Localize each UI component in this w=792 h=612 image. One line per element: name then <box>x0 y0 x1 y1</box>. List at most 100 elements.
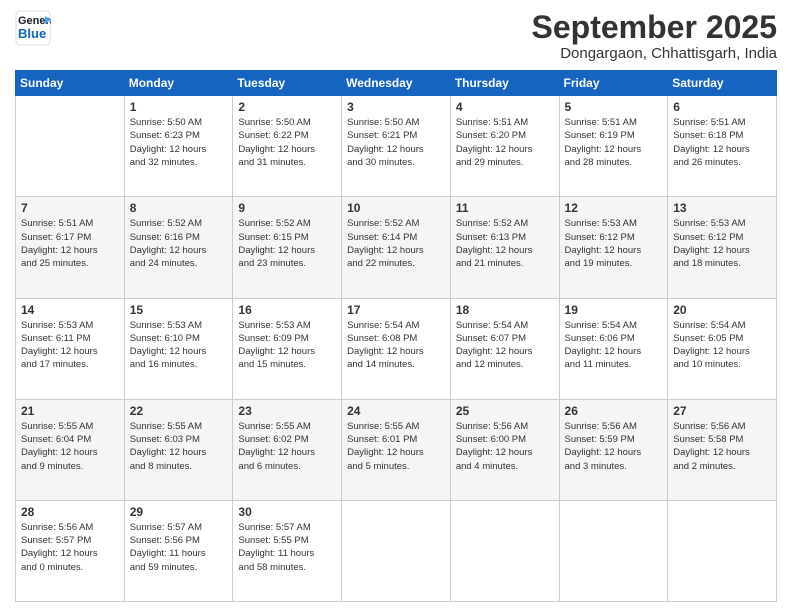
calendar-week-row: 1Sunrise: 5:50 AM Sunset: 6:23 PM Daylig… <box>16 96 777 197</box>
day-info: Sunrise: 5:50 AM Sunset: 6:21 PM Dayligh… <box>347 116 445 169</box>
day-info: Sunrise: 5:54 AM Sunset: 6:08 PM Dayligh… <box>347 319 445 372</box>
day-info: Sunrise: 5:51 AM Sunset: 6:18 PM Dayligh… <box>673 116 771 169</box>
col-thursday: Thursday <box>450 71 559 96</box>
table-row: 6 Sunrise: 5:51 AM Sunset: 6:18 PM Daylig… <box>668 96 777 197</box>
day-number: 12 <box>565 201 663 215</box>
table-row: 15 Sunrise: 5:53 AM Sunset: 6:10 PM Dayli… <box>124 298 233 399</box>
header: General Blue September 2025 Dongargaon, … <box>15 10 777 62</box>
day-info: Sunrise: 5:57 AM Sunset: 5:56 PM Dayligh… <box>130 521 228 574</box>
day-number: 9 <box>238 201 336 215</box>
day-info: Sunrise: 5:53 AM Sunset: 6:09 PM Dayligh… <box>238 319 336 372</box>
day-info: Sunrise: 5:53 AM Sunset: 6:11 PM Dayligh… <box>21 319 119 372</box>
logo-svg: General Blue <box>15 10 51 46</box>
table-row: 13 Sunrise: 5:53 AM Sunset: 6:12 PM Dayli… <box>668 197 777 298</box>
day-number: 4 <box>456 100 554 114</box>
table-row: 28Sunrise: 5:56 AM Sunset: 5:57 PM Dayli… <box>16 500 125 601</box>
table-row: 24Sunrise: 5:55 AM Sunset: 6:01 PM Dayli… <box>342 399 451 500</box>
day-number: 26 <box>565 404 663 418</box>
table-row: 22 Sunrise: 5:55 AM Sunset: 6:03 PM Dayli… <box>124 399 233 500</box>
day-number: 14 <box>21 303 119 317</box>
day-number: 13 <box>673 201 771 215</box>
table-row: 19Sunrise: 5:54 AM Sunset: 6:06 PM Dayli… <box>559 298 668 399</box>
calendar-week-row: 7 Sunrise: 5:51 AM Sunset: 6:17 PM Daylig… <box>16 197 777 298</box>
day-info: Sunrise: 5:53 AM Sunset: 6:10 PM Dayligh… <box>130 319 228 372</box>
table-row: 10Sunrise: 5:52 AM Sunset: 6:14 PM Dayli… <box>342 197 451 298</box>
day-info: Sunrise: 5:53 AM Sunset: 6:12 PM Dayligh… <box>673 217 771 270</box>
day-number: 23 <box>238 404 336 418</box>
logo: General Blue <box>15 10 51 46</box>
day-number: 30 <box>238 505 336 519</box>
day-info: Sunrise: 5:52 AM Sunset: 6:15 PM Dayligh… <box>238 217 336 270</box>
table-row: 20 Sunrise: 5:54 AM Sunset: 6:05 PM Dayli… <box>668 298 777 399</box>
day-info: Sunrise: 5:52 AM Sunset: 6:16 PM Dayligh… <box>130 217 228 270</box>
day-info: Sunrise: 5:53 AM Sunset: 6:12 PM Dayligh… <box>565 217 663 270</box>
table-row: 16 Sunrise: 5:53 AM Sunset: 6:09 PM Dayli… <box>233 298 342 399</box>
table-row: 8 Sunrise: 5:52 AM Sunset: 6:16 PM Daylig… <box>124 197 233 298</box>
day-number: 18 <box>456 303 554 317</box>
day-info: Sunrise: 5:50 AM Sunset: 6:22 PM Dayligh… <box>238 116 336 169</box>
table-row: 7 Sunrise: 5:51 AM Sunset: 6:17 PM Daylig… <box>16 197 125 298</box>
col-tuesday: Tuesday <box>233 71 342 96</box>
table-row: 2 Sunrise: 5:50 AM Sunset: 6:22 PM Daylig… <box>233 96 342 197</box>
day-number: 10 <box>347 201 445 215</box>
day-number: 3 <box>347 100 445 114</box>
table-row: 21Sunrise: 5:55 AM Sunset: 6:04 PM Dayli… <box>16 399 125 500</box>
day-info: Sunrise: 5:51 AM Sunset: 6:19 PM Dayligh… <box>565 116 663 169</box>
title-block: September 2025 Dongargaon, Chhattisgarh,… <box>532 10 777 62</box>
col-monday: Monday <box>124 71 233 96</box>
calendar-table: Sunday Monday Tuesday Wednesday Thursday… <box>15 70 777 602</box>
day-number: 24 <box>347 404 445 418</box>
calendar-week-row: 21Sunrise: 5:55 AM Sunset: 6:04 PM Dayli… <box>16 399 777 500</box>
table-row: 1Sunrise: 5:50 AM Sunset: 6:23 PM Daylig… <box>124 96 233 197</box>
day-info: Sunrise: 5:55 AM Sunset: 6:03 PM Dayligh… <box>130 420 228 473</box>
day-number: 20 <box>673 303 771 317</box>
table-row: 23 Sunrise: 5:55 AM Sunset: 6:02 PM Dayli… <box>233 399 342 500</box>
location: Dongargaon, Chhattisgarh, India <box>532 45 777 62</box>
day-info: Sunrise: 5:56 AM Sunset: 5:59 PM Dayligh… <box>565 420 663 473</box>
col-sunday: Sunday <box>16 71 125 96</box>
day-info: Sunrise: 5:54 AM Sunset: 6:05 PM Dayligh… <box>673 319 771 372</box>
day-info: Sunrise: 5:56 AM Sunset: 5:57 PM Dayligh… <box>21 521 119 574</box>
calendar-header-row: Sunday Monday Tuesday Wednesday Thursday… <box>16 71 777 96</box>
day-number: 11 <box>456 201 554 215</box>
day-number: 22 <box>130 404 228 418</box>
calendar-week-row: 28Sunrise: 5:56 AM Sunset: 5:57 PM Dayli… <box>16 500 777 601</box>
day-info: Sunrise: 5:56 AM Sunset: 6:00 PM Dayligh… <box>456 420 554 473</box>
day-info: Sunrise: 5:57 AM Sunset: 5:55 PM Dayligh… <box>238 521 336 574</box>
table-row: 3 Sunrise: 5:50 AM Sunset: 6:21 PM Daylig… <box>342 96 451 197</box>
table-row: 26 Sunrise: 5:56 AM Sunset: 5:59 PM Dayli… <box>559 399 668 500</box>
day-info: Sunrise: 5:54 AM Sunset: 6:07 PM Dayligh… <box>456 319 554 372</box>
day-number: 29 <box>130 505 228 519</box>
table-row: 29 Sunrise: 5:57 AM Sunset: 5:56 PM Dayli… <box>124 500 233 601</box>
day-info: Sunrise: 5:51 AM Sunset: 6:20 PM Dayligh… <box>456 116 554 169</box>
col-wednesday: Wednesday <box>342 71 451 96</box>
calendar-week-row: 14 Sunrise: 5:53 AM Sunset: 6:11 PM Dayli… <box>16 298 777 399</box>
day-number: 16 <box>238 303 336 317</box>
table-row <box>559 500 668 601</box>
day-number: 8 <box>130 201 228 215</box>
day-info: Sunrise: 5:55 AM Sunset: 6:02 PM Dayligh… <box>238 420 336 473</box>
table-row: 9 Sunrise: 5:52 AM Sunset: 6:15 PM Daylig… <box>233 197 342 298</box>
day-number: 27 <box>673 404 771 418</box>
day-number: 21 <box>21 404 119 418</box>
day-number: 25 <box>456 404 554 418</box>
day-number: 5 <box>565 100 663 114</box>
col-friday: Friday <box>559 71 668 96</box>
table-row <box>342 500 451 601</box>
table-row: 11Sunrise: 5:52 AM Sunset: 6:13 PM Dayli… <box>450 197 559 298</box>
day-number: 2 <box>238 100 336 114</box>
table-row: 12 Sunrise: 5:53 AM Sunset: 6:12 PM Dayli… <box>559 197 668 298</box>
table-row: 27 Sunrise: 5:56 AM Sunset: 5:58 PM Dayli… <box>668 399 777 500</box>
table-row <box>16 96 125 197</box>
col-saturday: Saturday <box>668 71 777 96</box>
day-number: 6 <box>673 100 771 114</box>
table-row: 25 Sunrise: 5:56 AM Sunset: 6:00 PM Dayli… <box>450 399 559 500</box>
month-title: September 2025 <box>532 10 777 45</box>
day-number: 7 <box>21 201 119 215</box>
page: General Blue September 2025 Dongargaon, … <box>0 0 792 612</box>
day-number: 15 <box>130 303 228 317</box>
day-info: Sunrise: 5:56 AM Sunset: 5:58 PM Dayligh… <box>673 420 771 473</box>
table-row: 4 Sunrise: 5:51 AM Sunset: 6:20 PM Daylig… <box>450 96 559 197</box>
table-row: 30 Sunrise: 5:57 AM Sunset: 5:55 PM Dayli… <box>233 500 342 601</box>
day-info: Sunrise: 5:51 AM Sunset: 6:17 PM Dayligh… <box>21 217 119 270</box>
